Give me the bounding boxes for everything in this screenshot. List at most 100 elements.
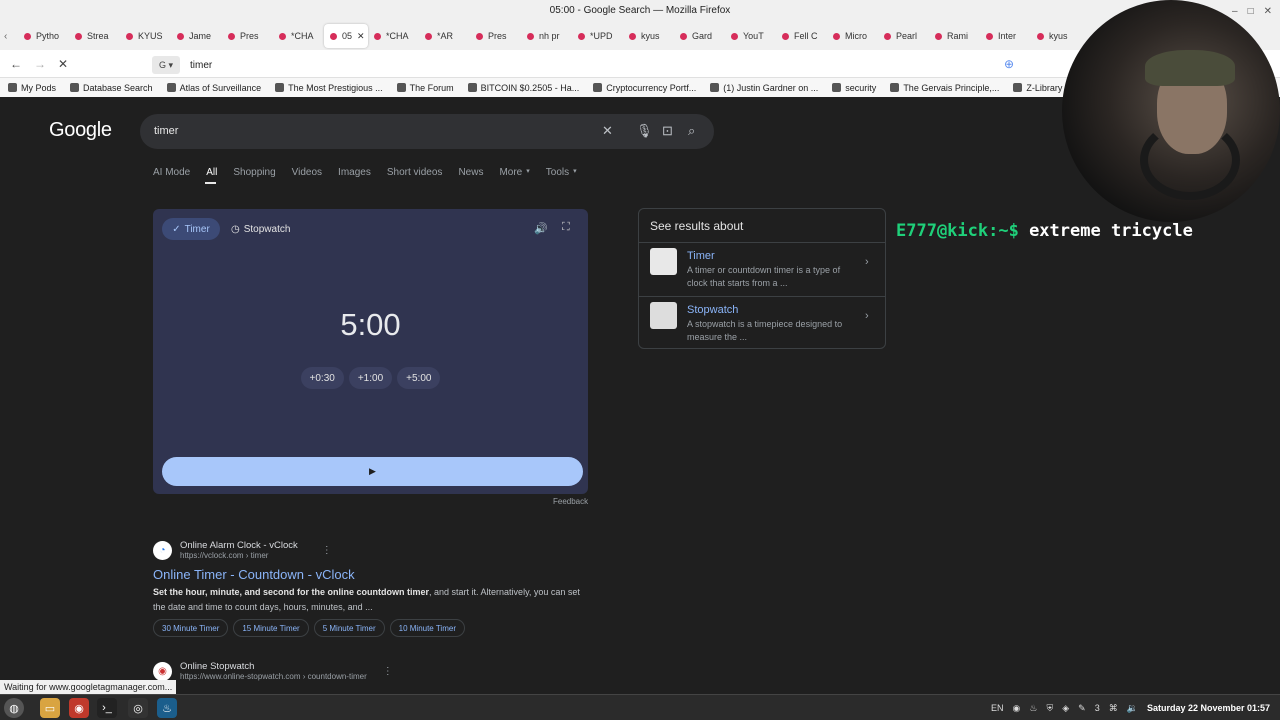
notification-icon[interactable]: ✎	[1078, 703, 1086, 714]
sitelink-chip[interactable]: 10 Minute Timer	[389, 619, 465, 637]
firefox-icon[interactable]: ◉	[69, 698, 89, 718]
bookmark-item[interactable]: Atlas of Surveillance	[166, 83, 261, 93]
security-shield-icon[interactable]: ◈	[1062, 703, 1069, 714]
browser-tab[interactable]: *UPD	[572, 24, 623, 48]
start-button[interactable]: ▶	[162, 457, 583, 486]
browser-tab[interactable]: KYUS	[120, 24, 171, 48]
maximize-icon[interactable]: □	[1248, 6, 1254, 17]
browser-tab[interactable]: Pres	[222, 24, 273, 48]
timer-display[interactable]: 5:00	[153, 307, 588, 343]
clear-search-icon[interactable]: ✕	[602, 123, 613, 139]
timer-mode-chip[interactable]: ✓ Timer	[162, 218, 220, 240]
result-2-header[interactable]: ◉ Online Stopwatch https://www.online-st…	[153, 661, 393, 681]
browser-tab[interactable]: *AR	[419, 24, 470, 48]
browser-tab[interactable]: Pearl	[878, 24, 929, 48]
browser-tab[interactable]: *CHA	[368, 24, 419, 48]
more-options-icon[interactable]: ⋮	[383, 666, 393, 677]
steam-icon[interactable]: ♨	[157, 698, 177, 718]
browser-tab[interactable]: *CHA	[273, 24, 324, 48]
browser-tab[interactable]: Pytho	[18, 24, 69, 48]
kp-item-stopwatch[interactable]: Stopwatch A stopwatch is a timepiece des…	[639, 296, 885, 350]
search-icon[interactable]: ⌕	[688, 123, 695, 139]
result-1-header[interactable]: ◔ Online Alarm Clock - vClock https://vc…	[153, 540, 332, 560]
search-tab-images[interactable]: Images	[338, 167, 371, 178]
stop-loading-button[interactable]: ✕	[54, 55, 72, 73]
more-options-icon[interactable]: ⋮	[322, 545, 332, 556]
steam-tray-icon[interactable]: ♨	[1029, 703, 1037, 714]
bookmark-item[interactable]: BITCOIN $0.2505 - Ha...	[467, 83, 579, 93]
search-tab-ai-mode[interactable]: AI Mode	[153, 167, 190, 178]
bookmark-item[interactable]: The Most Prestigious ...	[275, 83, 383, 93]
search-tab-short-videos[interactable]: Short videos	[387, 167, 443, 178]
fullscreen-icon[interactable]: ⛶	[562, 221, 570, 234]
feedback-link[interactable]: Feedback	[553, 497, 588, 506]
browser-tab[interactable]: 05 ✕	[324, 24, 368, 48]
sitelink-chip[interactable]: 30 Minute Timer	[153, 619, 229, 637]
files-icon[interactable]: ▭	[40, 698, 60, 718]
address-bar[interactable]: G ▾ timer	[152, 55, 1022, 75]
tab-favicon	[425, 32, 432, 40]
search-tab-videos[interactable]: Videos	[292, 167, 322, 178]
clock[interactable]: Saturday 22 November 01:57	[1147, 703, 1270, 713]
network-icon[interactable]: ⌘	[1109, 703, 1118, 714]
bookmark-item[interactable]: The Forum	[396, 83, 454, 93]
search-tab-news[interactable]: News	[458, 167, 483, 178]
stopwatch-thumbnail	[650, 302, 677, 329]
browser-tab[interactable]: Strea	[69, 24, 120, 48]
google-logo[interactable]: Google	[49, 119, 112, 142]
search-tab-shopping[interactable]: Shopping	[233, 167, 275, 178]
volume-tray-icon[interactable]: 🔉	[1127, 703, 1138, 714]
browser-tab[interactable]: Micro	[827, 24, 878, 48]
voice-search-icon[interactable]: 🎙	[636, 123, 653, 139]
close-icon[interactable]: ✕	[1264, 6, 1272, 17]
kp-item-timer[interactable]: Timer A timer or countdown timer is a ty…	[639, 242, 885, 296]
browser-tab[interactable]: kyus	[1031, 24, 1082, 48]
add-time-button[interactable]: +1:00	[348, 367, 393, 389]
search-tab-all[interactable]: All	[206, 167, 217, 178]
search-input[interactable]: timer	[154, 125, 178, 137]
browser-tab[interactable]: Pres	[470, 24, 521, 48]
tab-favicon	[177, 32, 184, 40]
back-button[interactable]: ←	[7, 55, 25, 73]
obs-icon[interactable]: ◎	[128, 698, 148, 718]
volume-icon[interactable]: 🔊	[534, 222, 548, 235]
sitelink-chip[interactable]: 15 Minute Timer	[233, 619, 309, 637]
translate-icon[interactable]: ⊕	[1000, 55, 1018, 73]
update-shield-icon[interactable]: ⛨	[1046, 703, 1053, 714]
result-1-title[interactable]: Online Timer - Countdown - vClock	[153, 567, 355, 582]
add-time-button[interactable]: +0:30	[300, 367, 344, 389]
browser-tab[interactable]: Rami	[929, 24, 980, 48]
tab-scroll-left-icon[interactable]: ‹	[4, 31, 18, 42]
search-box[interactable]: timer ✕ 🎙 ⊡ ⌕	[140, 114, 714, 149]
search-engine-icon[interactable]: G ▾	[152, 56, 180, 74]
browser-tab[interactable]: Gard	[674, 24, 725, 48]
bookmark-item[interactable]: (1) Justin Gardner on ...	[710, 83, 818, 93]
bookmark-item[interactable]: Database Search	[70, 83, 153, 93]
bookmark-item[interactable]: security	[832, 83, 876, 93]
add-time-button[interactable]: +5:00	[397, 367, 441, 389]
bookmark-item[interactable]: My Pods	[8, 83, 56, 93]
bookmark-item[interactable]: Cryptocurrency Portf...	[593, 83, 696, 93]
menu-icon[interactable]: ◍	[4, 698, 24, 718]
sitelink-chip[interactable]: 5 Minute Timer	[313, 619, 385, 637]
bookmark-item[interactable]: The Gervais Principle,...	[890, 83, 999, 93]
browser-tab[interactable]: kyus	[623, 24, 674, 48]
lens-search-icon[interactable]: ⊡	[662, 123, 673, 139]
tab-favicon	[782, 32, 789, 40]
minimize-icon[interactable]: –	[1232, 6, 1238, 17]
tab-close-icon[interactable]: ✕	[357, 31, 365, 42]
browser-tab[interactable]: Fell C	[776, 24, 827, 48]
browser-tab[interactable]: YouT	[725, 24, 776, 48]
firefox-tray-icon[interactable]: ◉	[1013, 703, 1021, 714]
forward-button[interactable]: →	[31, 55, 49, 73]
keyboard-layout[interactable]: EN	[991, 703, 1004, 713]
stopwatch-mode-chip[interactable]: ◷ Stopwatch	[231, 218, 290, 240]
browser-tab[interactable]: Inter	[980, 24, 1031, 48]
browser-tab[interactable]: nh pr	[521, 24, 572, 48]
terminal-icon[interactable]: ›_	[97, 698, 117, 718]
search-tab-tools[interactable]: Tools	[546, 167, 569, 178]
window-title-bar: 05:00 - Google Search — Mozilla Firefox	[0, 0, 1280, 22]
search-tab-more[interactable]: More	[499, 167, 522, 178]
browser-tab[interactable]: Jame	[171, 24, 222, 48]
bookmark-icon	[8, 83, 17, 92]
